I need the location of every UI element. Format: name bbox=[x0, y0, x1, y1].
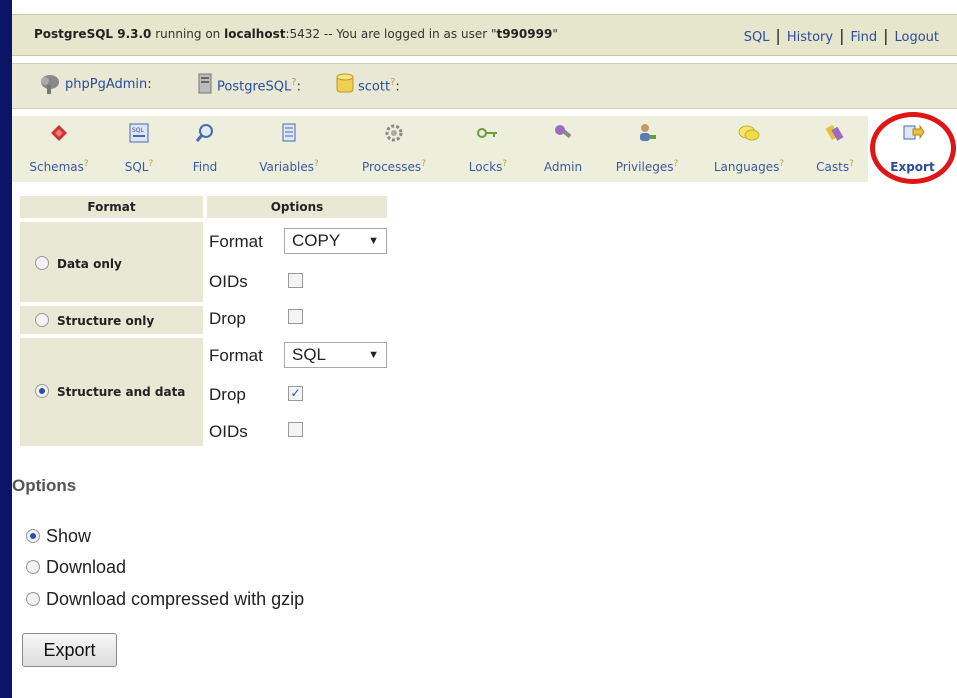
tab-casts[interactable]: Casts? bbox=[802, 116, 869, 182]
oids-label: OIDs bbox=[209, 272, 248, 291]
highlight-circle bbox=[870, 112, 956, 184]
server-icon bbox=[198, 73, 212, 94]
download-gzip-radio[interactable] bbox=[26, 592, 40, 606]
admin-icon bbox=[555, 125, 572, 139]
structure-only-radio[interactable] bbox=[35, 313, 49, 327]
casts-icon bbox=[825, 124, 844, 141]
data-oids-checkbox[interactable] bbox=[288, 273, 303, 288]
format-label: Format bbox=[209, 232, 263, 251]
sd-drop-checkbox[interactable]: ✓ bbox=[288, 386, 303, 401]
sd-format-label: Format bbox=[209, 346, 263, 365]
structure-and-data-radio[interactable] bbox=[35, 384, 49, 398]
tab-admin[interactable]: Admin bbox=[528, 116, 599, 182]
tab-processes[interactable]: Processes? bbox=[340, 116, 449, 182]
data-only-radio[interactable] bbox=[35, 256, 49, 270]
processes-icon bbox=[385, 124, 403, 142]
tab-privileges[interactable]: Privileges? bbox=[598, 116, 697, 182]
data-only-cell: Data only bbox=[20, 222, 203, 302]
breadcrumb-server[interactable]: PostgreSQL?: bbox=[217, 77, 301, 94]
structure-and-data-cell: Structure and data bbox=[20, 338, 203, 446]
options-title: Options bbox=[12, 476, 77, 495]
schemas-icon bbox=[51, 125, 67, 141]
export-button[interactable]: Export bbox=[22, 633, 117, 667]
top-links: SQL | History | Find | Logout bbox=[738, 26, 945, 45]
find-icon bbox=[195, 124, 213, 142]
history-link[interactable]: History bbox=[781, 30, 839, 45]
svg-text:SQL: SQL bbox=[132, 127, 145, 134]
show-radio[interactable] bbox=[26, 529, 40, 543]
logout-link[interactable]: Logout bbox=[888, 30, 945, 45]
server-status: PostgreSQL 9.3.0 running on localhost:54… bbox=[34, 27, 558, 41]
tab-bar: Schemas? SQL SQL? Find Variables? Proces… bbox=[12, 116, 957, 182]
tab-sql[interactable]: SQL SQL? bbox=[106, 116, 173, 182]
drop-label: Drop bbox=[209, 309, 246, 328]
tab-find[interactable]: Find bbox=[172, 116, 239, 182]
locks-icon bbox=[477, 128, 497, 138]
show-option[interactable]: Show bbox=[26, 526, 91, 547]
sd-oids-label: OIDs bbox=[209, 422, 248, 441]
data-format-select[interactable]: COPY ▼ bbox=[284, 228, 387, 254]
sd-oids-checkbox[interactable] bbox=[288, 422, 303, 437]
structure-drop-checkbox[interactable] bbox=[288, 309, 303, 324]
tab-variables[interactable]: Variables? bbox=[238, 116, 341, 182]
format-header: Format bbox=[20, 196, 203, 218]
sql-link[interactable]: SQL bbox=[738, 30, 776, 45]
download-gzip-option[interactable]: Download compressed with gzip bbox=[26, 589, 304, 610]
elephant-icon bbox=[41, 75, 59, 94]
tab-locks[interactable]: Locks? bbox=[448, 116, 529, 182]
sql-icon: SQL bbox=[129, 123, 149, 143]
breadcrumb-app[interactable]: phpPgAdmin: bbox=[65, 77, 152, 92]
download-option[interactable]: Download bbox=[26, 557, 126, 578]
privileges-icon bbox=[640, 124, 656, 141]
download-radio[interactable] bbox=[26, 560, 40, 574]
tab-languages[interactable]: Languages? bbox=[696, 116, 803, 182]
sd-format-select[interactable]: SQL ▼ bbox=[284, 342, 387, 368]
database-icon bbox=[336, 73, 354, 93]
data-only-label: Data only bbox=[57, 257, 122, 271]
structure-only-cell: Structure only bbox=[20, 306, 203, 334]
options-header: Options bbox=[207, 196, 387, 218]
tab-schemas[interactable]: Schemas? bbox=[12, 116, 107, 182]
languages-icon bbox=[738, 125, 760, 141]
top-bar: PostgreSQL 9.3.0 running on localhost:54… bbox=[12, 14, 957, 56]
variables-icon bbox=[282, 123, 296, 142]
find-link[interactable]: Find bbox=[844, 30, 883, 45]
structure-only-label: Structure only bbox=[57, 314, 155, 328]
breadcrumb-database[interactable]: scott?: bbox=[358, 77, 400, 94]
breadcrumb: phpPgAdmin: PostgreSQL?: scott?: bbox=[12, 63, 957, 109]
structure-and-data-label: Structure and data bbox=[57, 385, 186, 399]
sd-drop-label: Drop bbox=[209, 385, 246, 404]
